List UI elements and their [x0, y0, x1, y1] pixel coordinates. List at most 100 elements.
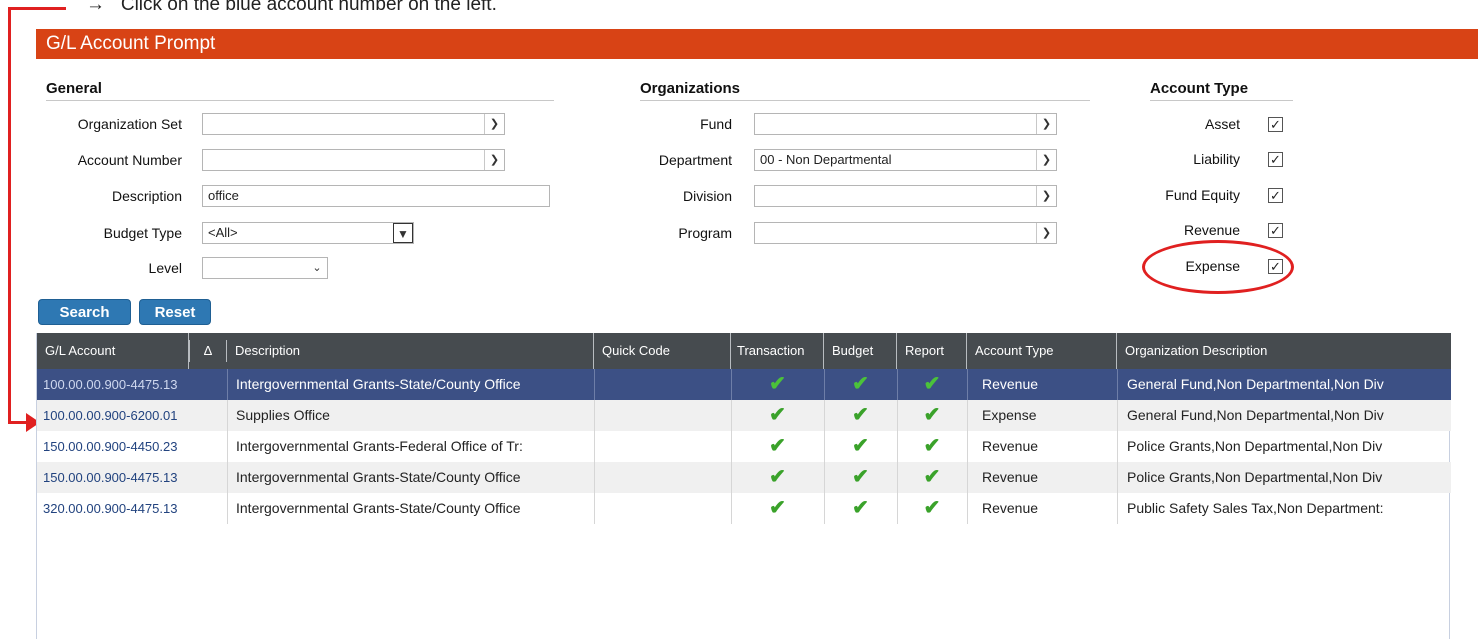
column-divider: [227, 431, 228, 462]
column-description[interactable]: Description: [227, 333, 594, 369]
column-transaction[interactable]: Transaction: [731, 333, 824, 369]
cell-organization-description: General Fund,Non Departmental,Non Div: [1127, 376, 1384, 392]
highlight-oval: [1142, 240, 1294, 294]
account-type-revenue-label: Revenue: [1183, 222, 1240, 238]
column-divider: [1117, 369, 1118, 400]
chevron-down-icon: ❯: [484, 150, 504, 170]
account-type-revenue-checkbox[interactable]: ✓: [1268, 223, 1283, 238]
account-type-heading: Account Type: [1150, 80, 1293, 101]
cell-report-check-icon: ✔: [923, 404, 941, 426]
column-divider: [594, 369, 595, 400]
cell-transaction-check-icon: ✔: [769, 497, 786, 519]
account-type-asset-checkbox[interactable]: ✓: [1268, 117, 1283, 132]
chevron-down-icon: ❯: [1036, 114, 1056, 134]
department-value: 00 - Non Departmental: [760, 152, 892, 167]
cell-budget-check-icon: ✔: [852, 404, 869, 426]
cell-budget-check-icon: ✔: [852, 435, 869, 457]
account-type-liability-label: Liability: [1193, 151, 1240, 167]
budget-type-label: Budget Type: [103, 225, 182, 241]
program-select[interactable]: ❯: [754, 222, 1057, 244]
division-select[interactable]: ❯: [754, 185, 1057, 207]
column-divider: [594, 462, 595, 493]
table-row[interactable]: 100.00.00.900-4475.13 Intergovernmental G…: [37, 369, 1451, 400]
department-select[interactable]: 00 - Non Departmental ❯: [754, 149, 1057, 171]
cell-organization-description: Police Grants,Non Departmental,Non Div: [1127, 438, 1383, 454]
department-label: Department: [658, 152, 732, 168]
chevron-down-icon: ❯: [1036, 223, 1056, 243]
instruction-arrow-icon: →: [86, 0, 105, 15]
account-type-fund-equity-checkbox[interactable]: ✓: [1268, 188, 1283, 203]
chevron-down-icon: ▼: [393, 223, 413, 243]
cell-budget-check-icon: ✔: [852, 373, 869, 395]
cell-transaction-check-icon: ✔: [769, 373, 786, 395]
cell-account-type: Revenue: [982, 376, 1039, 392]
level-select[interactable]: ⌄: [202, 257, 328, 279]
column-report[interactable]: Report: [897, 333, 967, 369]
cell-report-check-icon: ✔: [923, 466, 941, 488]
cell-budget-check-icon: ✔: [852, 497, 869, 519]
cell-organization-description: Police Grants,Non Departmental,Non Div: [1127, 469, 1383, 485]
cell-gl-account[interactable]: 150.00.00.900-4475.13: [37, 462, 227, 493]
cell-quick-code: [599, 431, 729, 462]
level-label: Level: [148, 260, 182, 276]
cell-transaction-check-icon: ✔: [769, 435, 786, 457]
cell-gl-account[interactable]: 150.00.00.900-4450.23: [37, 431, 227, 462]
table-row[interactable]: 150.00.00.900-4450.23 Intergovernmental G…: [37, 431, 1451, 462]
cell-description: Intergovernmental Grants-State/County Of…: [236, 500, 521, 516]
organization-set-label: Organization Set: [77, 116, 182, 132]
account-number-label: Account Number: [77, 152, 182, 168]
cell-description: Supplies Office: [236, 407, 330, 423]
cell-organization-description: General Fund,Non Departmental,Non Div: [1127, 407, 1384, 423]
budget-type-value: <All>: [208, 225, 238, 240]
column-gl-account[interactable]: G/L Account: [37, 333, 189, 369]
cell-quick-code: [599, 400, 729, 431]
search-button[interactable]: Search: [38, 299, 131, 325]
chevron-down-icon: ❯: [1036, 150, 1056, 170]
column-account-type[interactable]: Account Type: [967, 333, 1117, 369]
chevron-down-icon: ❯: [1036, 186, 1056, 206]
instruction-label: Click on the blue account number on the …: [120, 0, 497, 15]
column-quick-code[interactable]: Quick Code: [594, 333, 731, 369]
column-divider: [967, 493, 968, 524]
budget-type-select[interactable]: <All> ▼: [202, 222, 414, 244]
program-label: Program: [678, 225, 732, 241]
chevron-down-icon: ⌄: [307, 258, 327, 278]
cell-report-check-icon: ✔: [923, 435, 941, 457]
cell-quick-code: [599, 462, 729, 493]
column-divider: [967, 431, 968, 462]
cell-description: Intergovernmental Grants-State/County Of…: [236, 469, 521, 485]
cell-account-type: Revenue: [982, 469, 1039, 485]
fund-label: Fund: [700, 116, 732, 132]
cell-description: Intergovernmental Grants-State/County Of…: [236, 376, 521, 392]
reset-button[interactable]: Reset: [139, 299, 211, 325]
table-row[interactable]: 320.00.00.900-4475.13 Intergovernmental G…: [37, 493, 1451, 524]
account-number-select[interactable]: ❯: [202, 149, 505, 171]
column-divider: [1117, 400, 1118, 431]
account-type-liability-checkbox[interactable]: ✓: [1268, 152, 1283, 167]
cell-gl-account[interactable]: 100.00.00.900-6200.01: [37, 400, 227, 431]
table-row[interactable]: 100.00.00.900-6200.01 Supplies Office ✔ ✔ ✔ E…: [37, 400, 1451, 431]
callout-line-top: [8, 7, 66, 10]
cell-account-type: Revenue: [982, 500, 1039, 516]
column-divider: [1117, 462, 1118, 493]
column-divider: [227, 493, 228, 524]
page-title: G/L Account Prompt: [36, 29, 1478, 59]
column-divider: [1117, 493, 1118, 524]
fund-select[interactable]: ❯: [754, 113, 1057, 135]
column-budget[interactable]: Budget: [824, 333, 897, 369]
column-divider: [227, 369, 228, 400]
column-organization-description[interactable]: Organization Description: [1117, 333, 1451, 369]
cell-quick-code: [599, 369, 729, 400]
table-row[interactable]: 150.00.00.900-4475.13 Intergovernmental G…: [37, 462, 1451, 493]
cell-gl-account[interactable]: 100.00.00.900-4475.13: [37, 369, 227, 400]
general-heading: General: [46, 80, 554, 101]
organization-set-select[interactable]: ❯: [202, 113, 505, 135]
cell-account-type: Revenue: [982, 438, 1039, 454]
description-label: Description: [111, 188, 182, 204]
organizations-heading: Organizations: [640, 80, 1090, 101]
cell-report-check-icon: ✔: [923, 497, 941, 519]
cell-gl-account[interactable]: 320.00.00.900-4475.13: [37, 493, 227, 524]
sort-indicator-icon[interactable]: Δ: [189, 340, 227, 362]
description-input[interactable]: office: [202, 185, 550, 207]
column-divider: [227, 462, 228, 493]
